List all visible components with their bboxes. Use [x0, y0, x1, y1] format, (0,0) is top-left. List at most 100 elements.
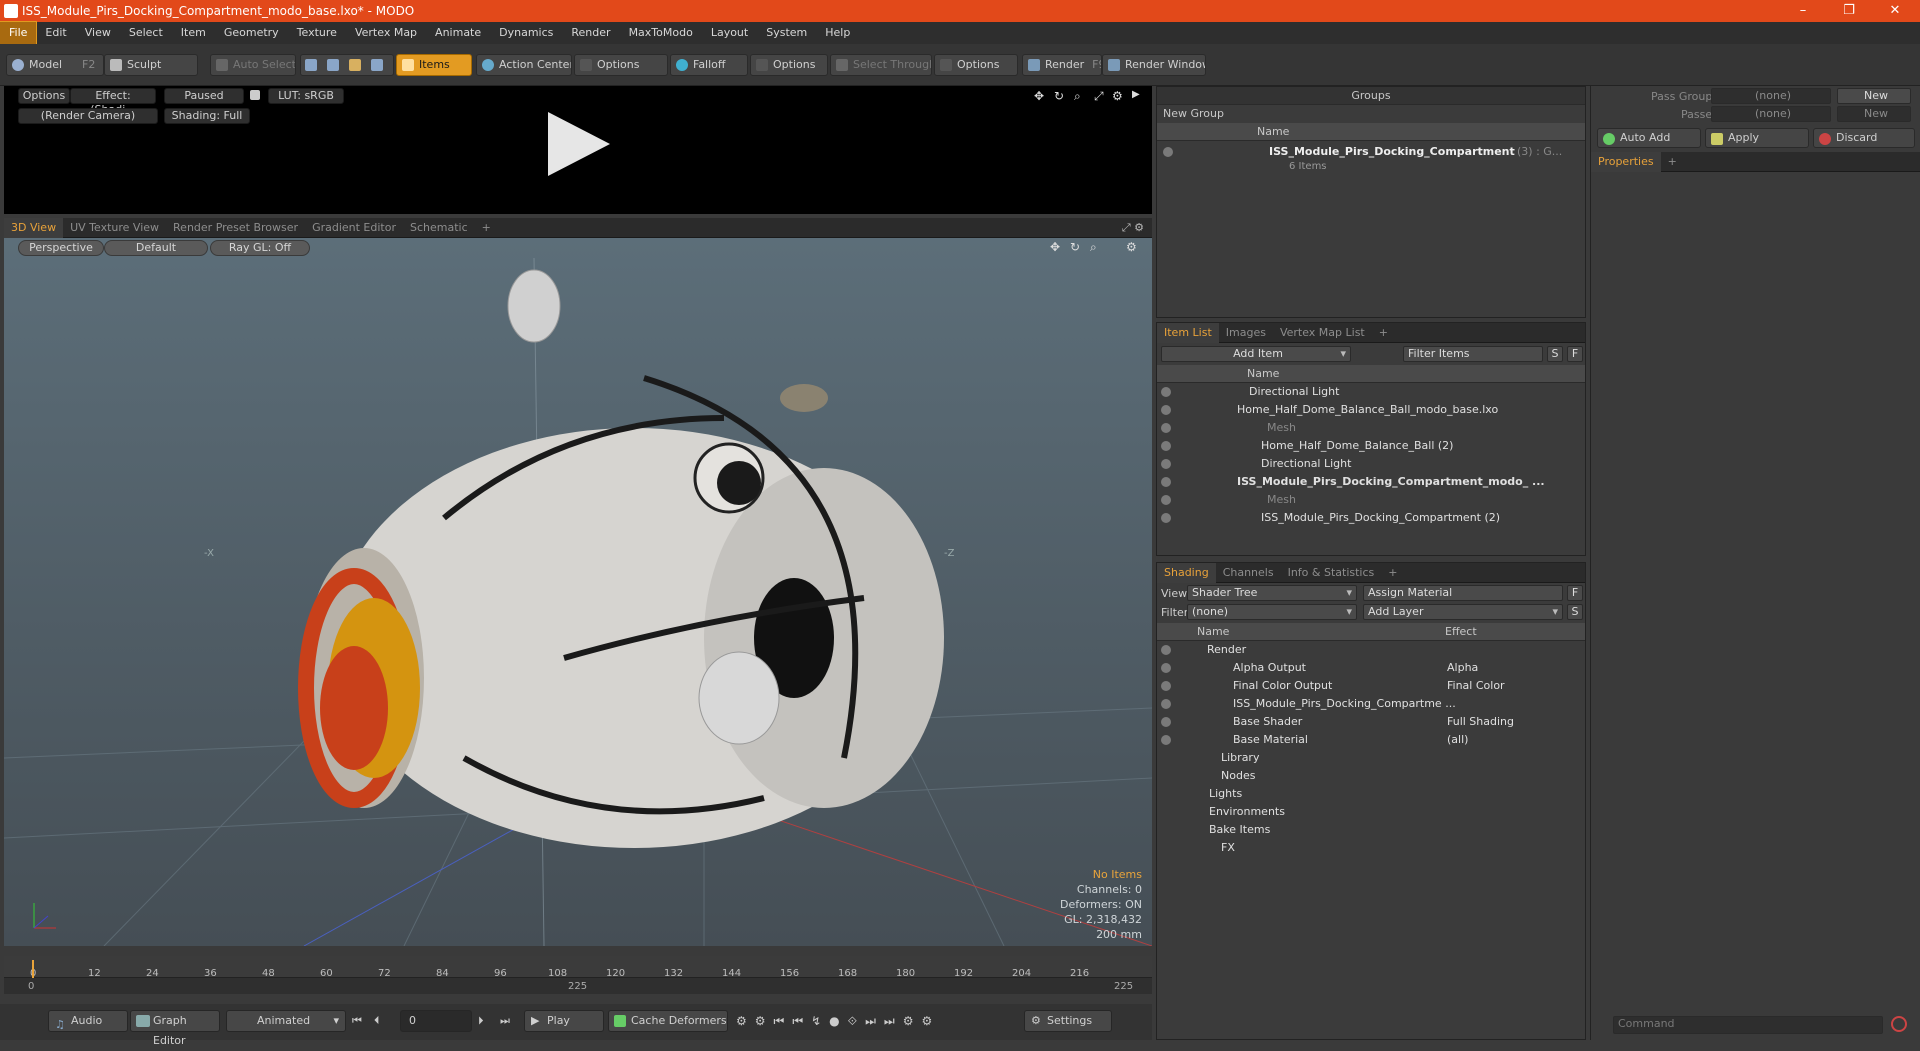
shader-tree-row[interactable]: ISS_Module_Pirs_Docking_Compartme ...	[1157, 695, 1585, 713]
vertices-icon[interactable]	[305, 59, 317, 71]
step-forward-icon[interactable]: ⏵	[478, 1014, 484, 1028]
stop-record-icon[interactable]	[1891, 1016, 1907, 1032]
tab-schematic[interactable]: Schematic	[403, 218, 475, 238]
timeline[interactable]: 0 12 24 36 48 60 72 84 96 108 120 132 14…	[4, 956, 1152, 994]
shader-tree-row[interactable]: Base Shader Full Shading	[1157, 713, 1585, 731]
shader-item-effect[interactable]: (all)	[1447, 731, 1468, 749]
f-button[interactable]: F	[1567, 346, 1583, 362]
add-layer-dropdown[interactable]: Add Layer ▾	[1363, 604, 1563, 620]
3d-viewport[interactable]: Perspective Default Ray GL: Off ✥ ↻ ⌕ ⚙	[4, 238, 1152, 946]
materials-icon[interactable]	[371, 59, 383, 71]
filter-dropdown[interactable]: (none) ▾	[1187, 604, 1357, 620]
shader-tree-row[interactable]: Render	[1157, 641, 1585, 659]
item-list-row[interactable]: ISS_Module_Pirs_Docking_Compartment (2)	[1157, 509, 1585, 527]
render-window-button[interactable]: Render Window	[1102, 54, 1206, 76]
visibility-eye-icon[interactable]	[1161, 699, 1171, 709]
assign-material-input[interactable]: Assign Material	[1363, 585, 1563, 601]
shader-tree-row[interactable]: Lights	[1157, 785, 1585, 803]
tab-item-list[interactable]: Item List	[1157, 322, 1219, 343]
model-mode-button[interactable]: Model F2	[6, 54, 104, 76]
new-pass-button[interactable]: New	[1837, 106, 1911, 122]
visibility-eye-icon[interactable]	[1161, 681, 1171, 691]
close-window-button[interactable]: ✕	[1872, 0, 1918, 22]
item-list-row[interactable]: Home_Half_Dome_Balance_Ball (2)	[1157, 437, 1585, 455]
animated-dropdown[interactable]: Animated ▾	[226, 1010, 346, 1032]
command-input[interactable]: Command	[1613, 1016, 1883, 1034]
play-button[interactable]: ▶ Play	[524, 1010, 604, 1032]
pass-groups-dropdown[interactable]: (none)	[1711, 88, 1831, 104]
groups-row[interactable]: ISS_Module_Pirs_Docking_Compartment (3) …	[1157, 141, 1585, 177]
menu-maxtomodo[interactable]: MaxToModo	[620, 22, 702, 44]
view-dropdown[interactable]: Shader Tree ▾	[1187, 585, 1357, 601]
visibility-eye-icon[interactable]	[1161, 495, 1171, 505]
maximize-icon[interactable]: ⤢	[1094, 89, 1104, 104]
preview-paused-button[interactable]: Paused	[164, 88, 244, 104]
select-through-button[interactable]: Select Through	[830, 54, 932, 76]
tab-uv-texture-view[interactable]: UV Texture View	[63, 218, 166, 238]
add-tab-button[interactable]: +	[1381, 563, 1404, 583]
graph-editor-button[interactable]: Graph Editor	[130, 1010, 220, 1047]
play-icon[interactable]	[548, 112, 610, 176]
action-center-options-button[interactable]: Options	[574, 54, 668, 76]
go-to-end-icon[interactable]: ⏭	[500, 1014, 510, 1028]
minimize-button[interactable]: –	[1780, 0, 1826, 22]
shader-tree-row[interactable]: Alpha Output Alpha	[1157, 659, 1585, 677]
shader-tree-row[interactable]: Final Color Output Final Color	[1157, 677, 1585, 695]
sculpt-mode-button[interactable]: Sculpt	[104, 54, 198, 76]
shader-item-effect[interactable]: Final Color	[1447, 677, 1505, 695]
menu-help[interactable]: Help	[816, 22, 859, 44]
shader-tree-row[interactable]: Environments	[1157, 803, 1585, 821]
menu-layout[interactable]: Layout	[702, 22, 757, 44]
gear-icon[interactable]: ⚙	[1112, 89, 1123, 103]
audio-button[interactable]: ♫ Audio	[48, 1010, 128, 1032]
tab-vertex-map-list[interactable]: Vertex Map List	[1273, 323, 1372, 343]
apply-button[interactable]: Apply	[1705, 128, 1809, 148]
item-list-row[interactable]: Directional Light	[1157, 455, 1585, 473]
item-list-row[interactable]: Home_Half_Dome_Balance_Ball_modo_base.lx…	[1157, 401, 1585, 419]
visibility-eye-icon[interactable]	[1161, 735, 1171, 745]
tab-images[interactable]: Images	[1219, 323, 1273, 343]
menu-render[interactable]: Render	[562, 22, 619, 44]
f-button[interactable]: F	[1567, 585, 1583, 601]
render-camera-dropdown[interactable]: (Render Camera)	[18, 108, 158, 124]
maximize-button[interactable]: ❐	[1826, 0, 1872, 22]
menu-animate[interactable]: Animate	[426, 22, 490, 44]
new-group-button[interactable]: New Group	[1157, 105, 1585, 123]
menu-texture[interactable]: Texture	[288, 22, 346, 44]
visibility-eye-icon[interactable]	[1161, 645, 1171, 655]
visibility-eye-icon[interactable]	[1161, 405, 1171, 415]
preview-effect-dropdown[interactable]: Effect: (Shadi...	[70, 88, 156, 116]
discard-button[interactable]: Discard	[1813, 128, 1915, 148]
playhead[interactable]	[32, 960, 34, 978]
item-list-row[interactable]: Mesh	[1157, 491, 1585, 509]
key-tools-group[interactable]: ⚙⚙⏮⏮↯●⟐⏭⏭⚙⚙	[736, 1014, 940, 1029]
new-pass-group-button[interactable]: New	[1837, 88, 1911, 104]
pan-icon[interactable]: ✥	[1034, 89, 1044, 103]
action-center-button[interactable]: Action Center	[476, 54, 572, 76]
arrow-right-icon[interactable]: ▶	[1132, 89, 1140, 100]
add-item-dropdown[interactable]: Add Item ▾	[1161, 346, 1351, 362]
timeline-ruler[interactable]	[4, 956, 1152, 978]
current-frame-input[interactable]: 0	[400, 1010, 472, 1032]
step-back-icon[interactable]: ⏴	[374, 1014, 380, 1028]
visibility-eye-icon[interactable]	[1161, 441, 1171, 451]
visibility-eye-icon[interactable]	[1161, 459, 1171, 469]
shader-tree-row[interactable]: FX	[1157, 839, 1585, 857]
visibility-eye-icon[interactable]	[1163, 147, 1173, 157]
menu-edit[interactable]: Edit	[36, 22, 75, 44]
shader-item-effect[interactable]: Alpha	[1447, 659, 1478, 677]
s-button[interactable]: S	[1547, 346, 1563, 362]
item-list-row[interactable]: Mesh	[1157, 419, 1585, 437]
add-tab-button[interactable]: +	[1661, 152, 1684, 172]
shader-tree-row[interactable]: Nodes	[1157, 767, 1585, 785]
polygons-icon[interactable]	[349, 59, 361, 71]
menu-item[interactable]: Item	[172, 22, 215, 44]
tab-channels[interactable]: Channels	[1216, 563, 1281, 583]
passes-dropdown[interactable]: (none)	[1711, 106, 1831, 122]
shading-dropdown[interactable]: Shading: Full	[164, 108, 250, 124]
visibility-eye-icon[interactable]	[1161, 423, 1171, 433]
visibility-eye-icon[interactable]	[1161, 477, 1171, 487]
auto-add-button[interactable]: Auto Add	[1597, 128, 1701, 148]
shader-tree-row[interactable]: Bake Items	[1157, 821, 1585, 839]
select-options-button[interactable]: Options	[934, 54, 1018, 76]
